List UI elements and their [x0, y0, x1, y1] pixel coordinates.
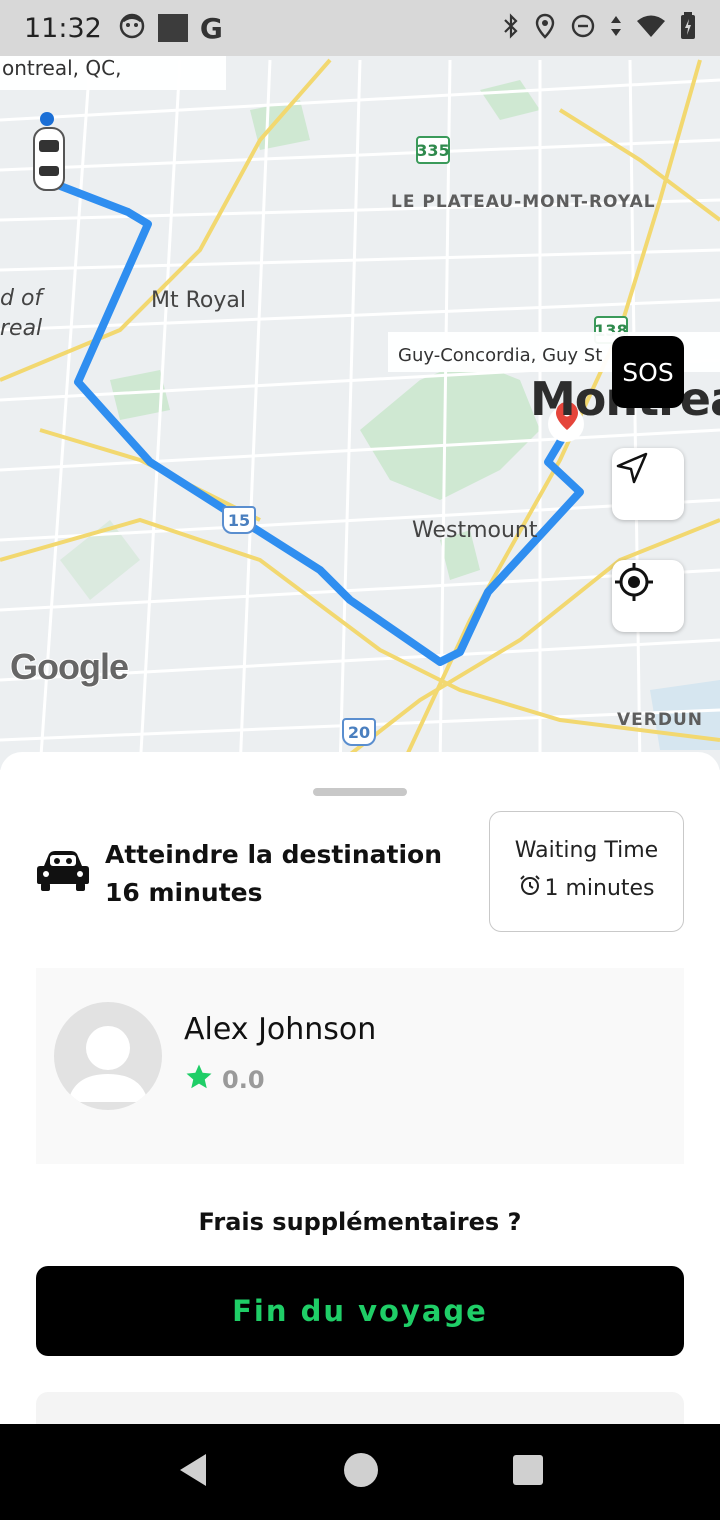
route-shield-15: 15 — [222, 506, 256, 534]
route-shield-335: 335 — [416, 136, 450, 164]
waiting-time-value: 1 minutes — [544, 875, 655, 901]
place-label-westmount: Westmount — [412, 518, 538, 543]
recents-icon[interactable] — [512, 1454, 544, 1490]
end-trip-button[interactable]: Fin du voyage — [36, 1266, 684, 1356]
sheet-drag-handle[interactable] — [313, 788, 407, 796]
place-label-mt-royal: Mt Royal — [151, 288, 246, 313]
face-icon — [118, 12, 146, 44]
home-icon[interactable] — [343, 1452, 379, 1492]
extra-fees-link[interactable]: Frais supplémentaires ? — [0, 1208, 720, 1236]
star-icon — [184, 1062, 214, 1098]
waiting-time-card: Waiting Time 1 minutes — [489, 811, 684, 932]
car-icon — [36, 848, 90, 896]
current-address-label: ontreal, QC, — [0, 56, 226, 90]
district-label-verdun: VERDUN — [617, 710, 704, 730]
place-label-left-1: d of — [0, 286, 43, 311]
google-logo: Google — [9, 645, 130, 688]
system-navigation-bar — [0, 1424, 720, 1520]
battery-icon — [680, 12, 696, 44]
sos-button[interactable]: SOS — [612, 336, 684, 408]
square-icon — [157, 14, 188, 42]
status-time: 11:32 — [24, 12, 102, 44]
wifi-icon — [636, 14, 666, 42]
eta-label: Atteindre la destination 16 minutes — [105, 840, 443, 907]
back-icon[interactable] — [176, 1452, 210, 1492]
navigate-button[interactable] — [612, 448, 684, 520]
driver-name: Alex Johnson — [184, 1012, 377, 1047]
next-section-card — [36, 1392, 684, 1424]
waiting-time-title: Waiting Time — [514, 838, 659, 863]
route-shield-20: 20 — [342, 718, 376, 746]
driver-rating: 0.0 — [184, 1062, 265, 1098]
location-icon — [534, 13, 556, 43]
park-area — [480, 80, 540, 120]
google-icon: G — [199, 11, 223, 45]
driver-card[interactable]: Alex Johnson 0.0 — [36, 968, 684, 1164]
dnd-icon — [570, 13, 596, 43]
alarm-clock-icon — [518, 873, 542, 903]
car-marker — [33, 112, 65, 191]
person-placeholder-icon — [68, 1026, 148, 1102]
rating-value: 0.0 — [222, 1066, 265, 1094]
status-bar: 11:32 G — [0, 0, 720, 56]
district-label-plateau: LE PLATEAU-MONT-ROYAL — [391, 192, 656, 212]
trip-bottom-sheet: Atteindre la destination 16 minutes Wait… — [0, 752, 720, 1424]
my-location-button[interactable] — [612, 560, 684, 632]
bluetooth-icon — [502, 13, 520, 43]
place-label-left-2: real — [0, 316, 43, 341]
park-area — [360, 360, 540, 500]
map-view[interactable]: ontreal, QC, 335 138 15 20 LE PLATEAU-MO… — [0, 0, 720, 770]
data-arrows-icon — [610, 13, 622, 43]
avatar — [54, 1002, 162, 1110]
